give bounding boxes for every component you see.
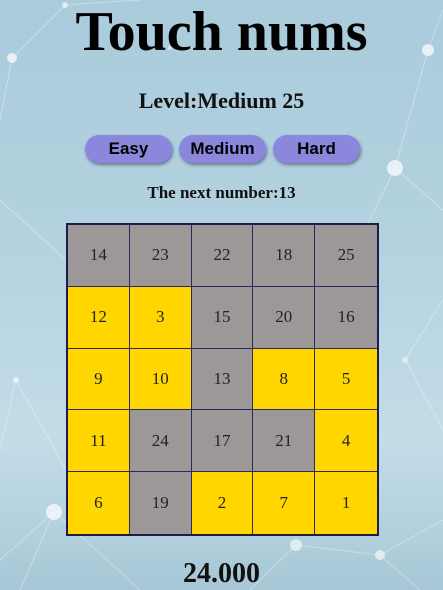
grid-cell[interactable]: 18 [253, 225, 316, 287]
next-number-label: The next number:13 [147, 183, 296, 202]
grid-cell[interactable]: 13 [191, 348, 254, 411]
grid-cell[interactable]: 9 [68, 348, 130, 411]
grid-cell[interactable]: 16 [315, 286, 377, 349]
timer-display: 24.000 [183, 558, 260, 589]
grid-cell[interactable]: 11 [68, 410, 130, 473]
grid-cell[interactable]: 2 [191, 472, 254, 534]
number-grid: 14 23 22 18 25 12 3 15 20 16 9 10 13 8 5 11 24 17 21 4 6 19 2 7… [66, 223, 379, 536]
grid-cell[interactable]: 21 [253, 410, 316, 473]
grid-cell[interactable]: 25 [315, 225, 377, 287]
grid-cell[interactable]: 17 [191, 410, 254, 473]
grid-cell[interactable]: 12 [68, 286, 130, 349]
medium-button[interactable]: Medium [179, 135, 266, 163]
grid-cell[interactable]: 10 [129, 348, 192, 411]
grid-cell[interactable]: 6 [68, 472, 130, 534]
grid-cell[interactable]: 22 [191, 225, 254, 287]
grid-cell[interactable]: 3 [129, 286, 192, 349]
grid-cell[interactable]: 23 [129, 225, 192, 287]
grid-cell[interactable]: 8 [253, 348, 316, 411]
level-label: Level:Medium 25 [138, 88, 305, 113]
grid-cell[interactable]: 4 [315, 410, 377, 473]
grid-cell[interactable]: 5 [315, 348, 377, 411]
hard-button[interactable]: Hard [273, 135, 360, 163]
grid-cell[interactable]: 15 [191, 286, 254, 349]
grid-cell[interactable]: 1 [315, 472, 377, 534]
game-title: Touch nums [75, 1, 368, 63]
grid-cell[interactable]: 14 [68, 225, 130, 287]
grid-cell[interactable]: 7 [253, 472, 316, 534]
grid-cell[interactable]: 19 [129, 472, 192, 534]
easy-button[interactable]: Easy [85, 135, 172, 163]
grid-cell[interactable]: 20 [253, 286, 316, 349]
grid-cell[interactable]: 24 [129, 410, 192, 473]
